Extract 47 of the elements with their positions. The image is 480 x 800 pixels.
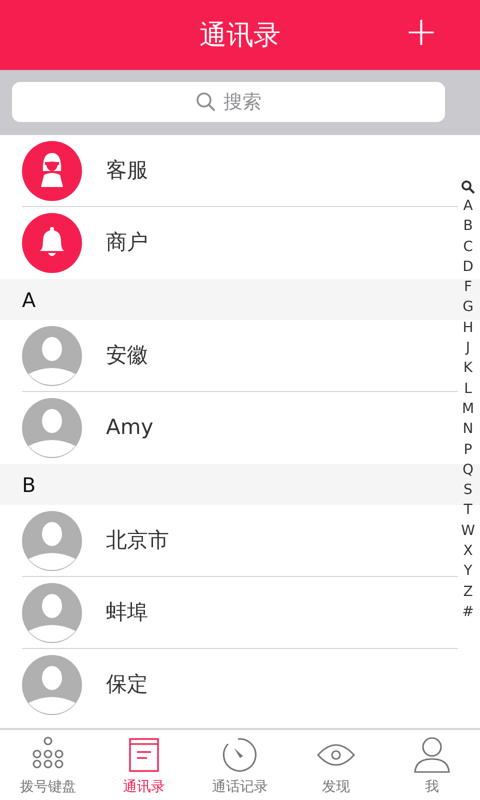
index-letter[interactable]: J [466,338,470,358]
contact-name[interactable]: 商户 [106,227,148,259]
contact-name[interactable]: 安徽 [106,340,148,372]
index-letter[interactable]: L [464,378,472,399]
search-icon [196,92,216,112]
index-letter[interactable]: B [463,216,473,237]
index-letter[interactable]: T [464,500,472,521]
index-letter[interactable]: X [463,541,473,562]
index-letter[interactable]: A [463,196,473,216]
person-avatar [22,326,82,386]
index-letter[interactable]: C [463,236,473,257]
index-letter[interactable]: W [461,520,475,542]
index-letter[interactable]: G [462,297,474,318]
index-letter[interactable]: D [462,256,474,278]
index-letter[interactable]: Z [463,582,473,602]
section-letter: A [22,286,36,314]
search-icon[interactable] [461,180,475,194]
index-letter[interactable]: Y [464,561,472,582]
index-letter[interactable]: S [464,480,472,500]
bell-avatar [22,213,82,273]
person-avatar [22,398,82,458]
tab[interactable]: 通话记录 [192,730,288,800]
person-avatar [22,655,82,715]
index-letter[interactable]: # [462,602,474,622]
section-letter: B [22,472,36,498]
person-icon [412,735,452,775]
tab[interactable]: 发现 [288,730,384,800]
index-letter[interactable]: K [463,358,473,379]
index-letter[interactable]: Q [462,460,474,480]
person-avatar [22,583,82,643]
tab[interactable]: 通讯录 [96,730,192,800]
contact-name[interactable]: 蚌埠 [106,597,148,629]
person-avatar [22,511,82,571]
contact-name[interactable]: 客服 [106,155,148,187]
add-button[interactable]: + [404,12,438,52]
index-letter[interactable]: F [464,277,472,298]
page-title: 通讯录 [200,22,280,49]
index-letter[interactable]: M [462,398,474,420]
contact-name[interactable]: Amy [106,412,154,444]
index-letter[interactable]: P [464,440,472,460]
index-letter[interactable]: N [462,419,474,440]
index-letter[interactable]: H [462,318,474,338]
tab[interactable]: 拨号键盘 [0,730,96,800]
contact-name[interactable]: 北京市 [106,525,169,557]
tab[interactable]: 我 [384,730,480,800]
contact-name[interactable]: 保定 [106,669,148,701]
support-agent-avatar [22,141,82,201]
